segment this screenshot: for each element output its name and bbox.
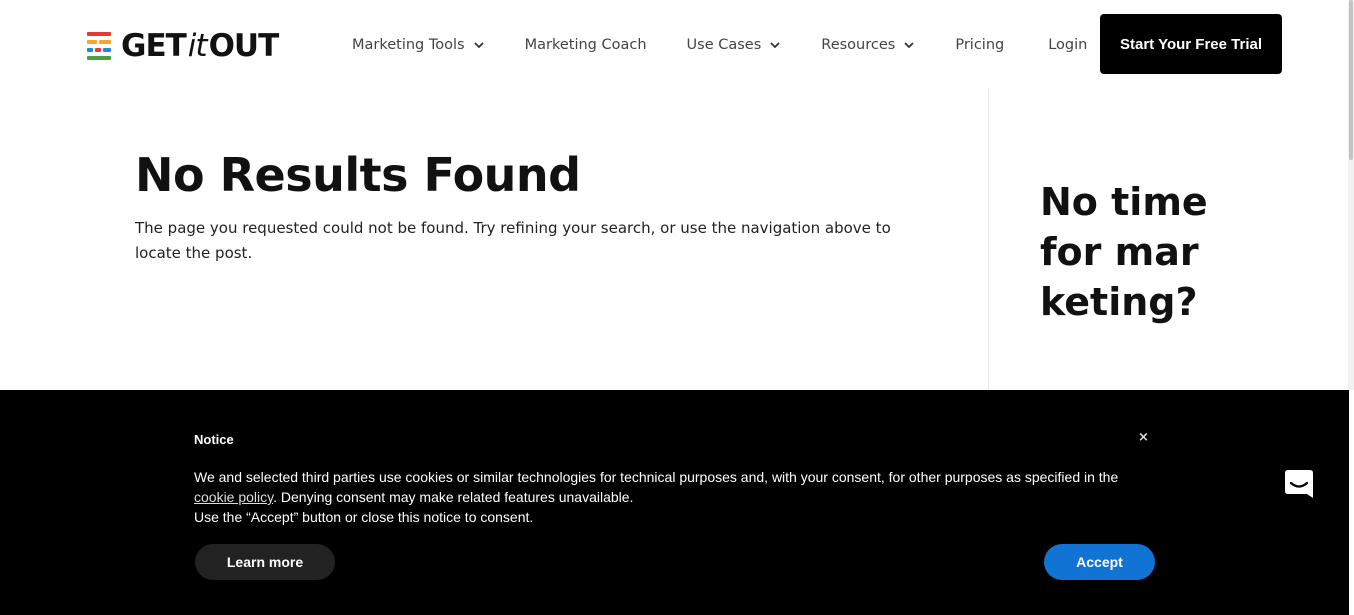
nav-resources[interactable]: Resources bbox=[821, 37, 915, 53]
close-icon[interactable]: × bbox=[1138, 430, 1149, 445]
sidebar-divider bbox=[988, 88, 989, 390]
page-title: No Results Found bbox=[135, 148, 581, 202]
nav-marketing-coach[interactable]: Marketing Coach bbox=[525, 37, 647, 53]
sidebar-heading: No time for marketing? bbox=[1040, 180, 1208, 324]
chevron-down-icon bbox=[770, 42, 780, 49]
scrollbar-thumb[interactable] bbox=[1349, 0, 1353, 160]
not-found-message: The page you requested could not be foun… bbox=[135, 219, 891, 262]
nav-pricing[interactable]: Pricing bbox=[955, 37, 1004, 53]
start-free-trial-button[interactable]: Start Your Free Trial bbox=[1100, 14, 1282, 74]
chat-bubble-icon[interactable] bbox=[1284, 469, 1314, 501]
cookie-notice-text: We and selected third parties use cookie… bbox=[194, 467, 1144, 527]
site-header: GETitOUT Marketing Tools Marketing Coach… bbox=[0, 0, 1354, 88]
main-nav: Marketing Tools Marketing Coach Use Case… bbox=[352, 34, 1087, 56]
chevron-down-icon bbox=[473, 42, 484, 49]
cookie-text-part1: We and selected third parties use cookie… bbox=[194, 469, 1119, 485]
accept-button[interactable]: Accept bbox=[1044, 544, 1155, 580]
logo[interactable]: GETitOUT bbox=[87, 27, 279, 64]
chevron-down-icon bbox=[904, 42, 914, 49]
cookie-policy-link[interactable]: cookie policy bbox=[194, 489, 273, 505]
nav-marketing-tools[interactable]: Marketing Tools bbox=[352, 37, 485, 53]
learn-more-button[interactable]: Learn more bbox=[195, 544, 335, 580]
cookie-notice-title: Notice bbox=[194, 432, 234, 447]
logo-mark-icon bbox=[87, 32, 111, 60]
page-scrollbar[interactable] bbox=[1348, 0, 1354, 390]
cookie-text-part2: . Denying consent may make related featu… bbox=[273, 489, 634, 505]
nav-use-cases[interactable]: Use Cases bbox=[687, 37, 782, 53]
logo-text: GETitOUT bbox=[121, 27, 279, 64]
cookie-notice: Notice × We and selected third parties u… bbox=[0, 390, 1349, 615]
nav-login[interactable]: Login bbox=[1048, 37, 1087, 53]
cookie-text-line2: Use the “Accept” button or close this no… bbox=[194, 509, 534, 525]
